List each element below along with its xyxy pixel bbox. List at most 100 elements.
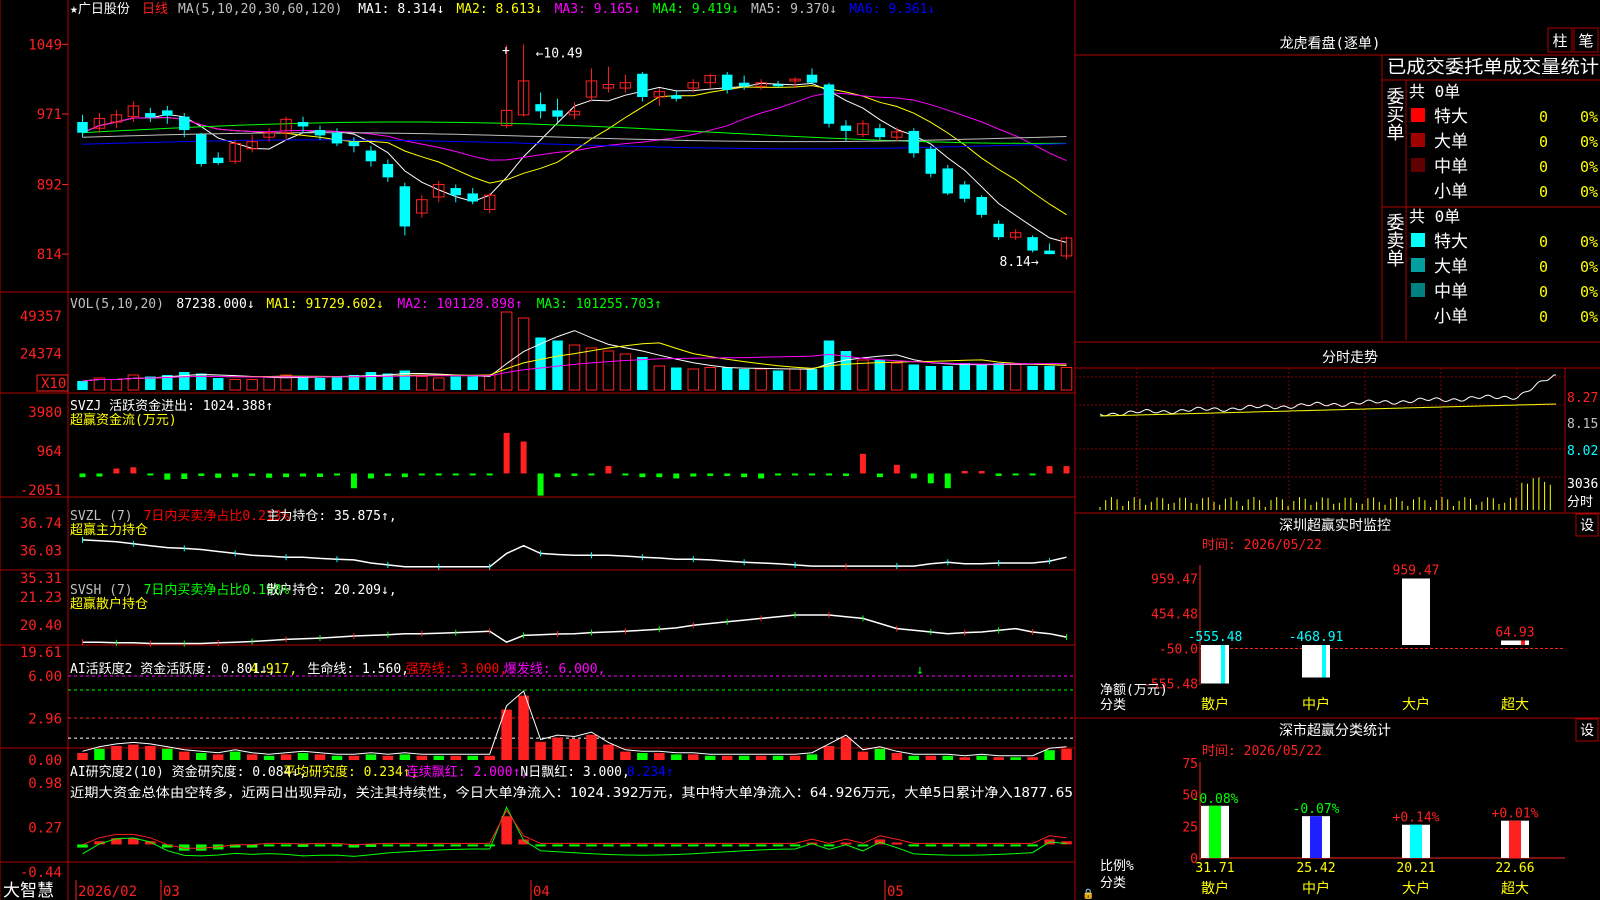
ai-research-bar <box>501 816 512 845</box>
classify-category-label: 中户 <box>1302 880 1330 897</box>
ai-research-bar <box>297 844 309 847</box>
ai-activity-bar <box>314 754 326 760</box>
ai-activity-bar <box>738 755 750 760</box>
volume-bar <box>942 366 954 390</box>
svzj-bar <box>859 453 866 474</box>
ai-research-bar <box>331 844 343 847</box>
volume-bar <box>806 369 818 390</box>
stock-name: ★广日股份 <box>70 2 130 17</box>
classify-category-title: 分类 <box>1100 876 1126 891</box>
ai-activity-bar <box>704 755 716 760</box>
svzj-bar <box>418 473 425 476</box>
svzj-bar <box>961 471 968 474</box>
y-tick-label: 2.96 <box>28 712 62 728</box>
y-tick-label: 49357 <box>20 309 62 325</box>
candle-body-down <box>993 223 1004 238</box>
order-pct: 0% <box>1580 233 1598 251</box>
volume-bar <box>671 367 682 390</box>
svzl-subtitle: 超赢主力持仓 <box>70 522 148 538</box>
ai-activity-bar <box>959 757 970 760</box>
ai-research-bar <box>314 844 326 847</box>
svzj-bar <box>707 473 714 476</box>
ai-comment-text: 近期大资金总体由空转多，近两日出现异动，关注其持续性，今日大单净流入：1024.… <box>70 785 1073 801</box>
ai-activity-bar <box>857 751 869 760</box>
svsh-line <box>82 614 1067 645</box>
indicator-header-item: AI活跃度2 资金活跃度: 0.801↓, <box>70 661 276 677</box>
monitor-category-title: 分类 <box>1100 698 1126 713</box>
ai-activity-bar <box>620 751 631 760</box>
volume-bar <box>959 363 970 390</box>
order-count: 0 <box>1539 183 1548 201</box>
volume-bar <box>637 357 648 390</box>
ai-research-bar <box>959 844 970 847</box>
y-tick-label: -2051 <box>20 483 62 499</box>
ai-research-bar <box>586 844 597 847</box>
y-tick-label: 35.31 <box>20 571 62 587</box>
candle-body-down <box>314 130 326 136</box>
ai-activity-bar <box>145 746 156 760</box>
volume-bar <box>925 366 937 390</box>
svzj-bar <box>249 473 256 476</box>
classify-bar-accent <box>1209 805 1221 858</box>
button-label[interactable]: 笔 <box>1578 32 1593 50</box>
date-label: 03 <box>163 884 180 900</box>
monitor-bar-accent <box>1521 640 1525 645</box>
ai-research-bar <box>603 844 614 847</box>
ai-activity-bar <box>1010 757 1021 760</box>
ai-activity-bar <box>399 754 411 760</box>
svzj-bar <box>164 473 171 480</box>
svzj-bar <box>554 473 561 478</box>
view-toggle-button[interactable]: 柱 <box>1547 27 1573 53</box>
ai-research-bar <box>942 844 954 847</box>
ai-activity-bar <box>654 753 665 760</box>
volume-bar <box>246 379 258 391</box>
order-count: 0 <box>1539 308 1548 326</box>
classify-change-label: -0.08% <box>1192 792 1239 807</box>
indicator-header-item: 强势线: 3.000, <box>406 661 508 677</box>
monitor-bar-value: -468.91 <box>1289 630 1344 645</box>
svzj-bar <box>605 466 612 474</box>
candle-body-down <box>399 186 411 227</box>
button-label[interactable]: 柱 <box>1552 32 1567 50</box>
order-pct: 0% <box>1580 308 1598 326</box>
ai-research-bar <box>263 844 275 847</box>
classify-axis-label: 75 <box>1182 757 1198 772</box>
ai-activity-bar <box>365 754 377 760</box>
order-pct: 0% <box>1580 108 1598 126</box>
y-tick-label: 19.61 <box>20 645 62 661</box>
candle-body-down <box>942 168 954 194</box>
svzj-bar <box>232 473 239 478</box>
svzj-bar <box>520 441 527 474</box>
ai-activity-bar <box>416 755 428 760</box>
order-pct: 0% <box>1580 283 1598 301</box>
order-color-swatch <box>1411 108 1425 122</box>
classify-category-label: 大户 <box>1402 880 1430 897</box>
ai-activity-bar <box>1044 750 1055 760</box>
volume-bar <box>704 367 716 391</box>
svzj-bar <box>317 473 324 477</box>
candle-body-down <box>925 148 937 174</box>
intraday-price: 8.15 <box>1567 417 1598 432</box>
ai-activity-bar <box>382 755 394 760</box>
volume-bar <box>602 350 615 391</box>
svzj-bar <box>96 473 103 477</box>
ai-activity-bar <box>671 754 682 760</box>
svzj-bar <box>995 473 1002 476</box>
classify-value-label: 20.21 <box>1396 861 1435 876</box>
ai-research-bar <box>688 844 699 847</box>
svzj-bar <box>283 473 290 478</box>
ai-activity-bar <box>77 753 88 760</box>
svsh-subtitle: 超赢散户持仓 <box>70 596 148 612</box>
view-toggle-button[interactable]: 笔 <box>1573 27 1599 53</box>
indicator-header-item: 连续飘红: 2.000↑, <box>406 764 528 780</box>
svzj-bar <box>503 432 510 474</box>
indicator-header-item: 0.234↑ <box>627 765 674 780</box>
ai-activity-bar <box>195 753 207 760</box>
y-tick-label: 3980 <box>28 405 62 421</box>
order-color-swatch <box>1411 283 1425 297</box>
order-color-swatch <box>1411 308 1425 322</box>
stock-chart-canvas[interactable]: 1049 971 892 814 ←10.49 8.14→ + ★广日股份 日线 MA(5,10,… <box>0 0 1600 900</box>
svzj-bar <box>147 473 154 476</box>
candle-body-down <box>162 110 173 116</box>
candle-body-down <box>365 150 377 162</box>
